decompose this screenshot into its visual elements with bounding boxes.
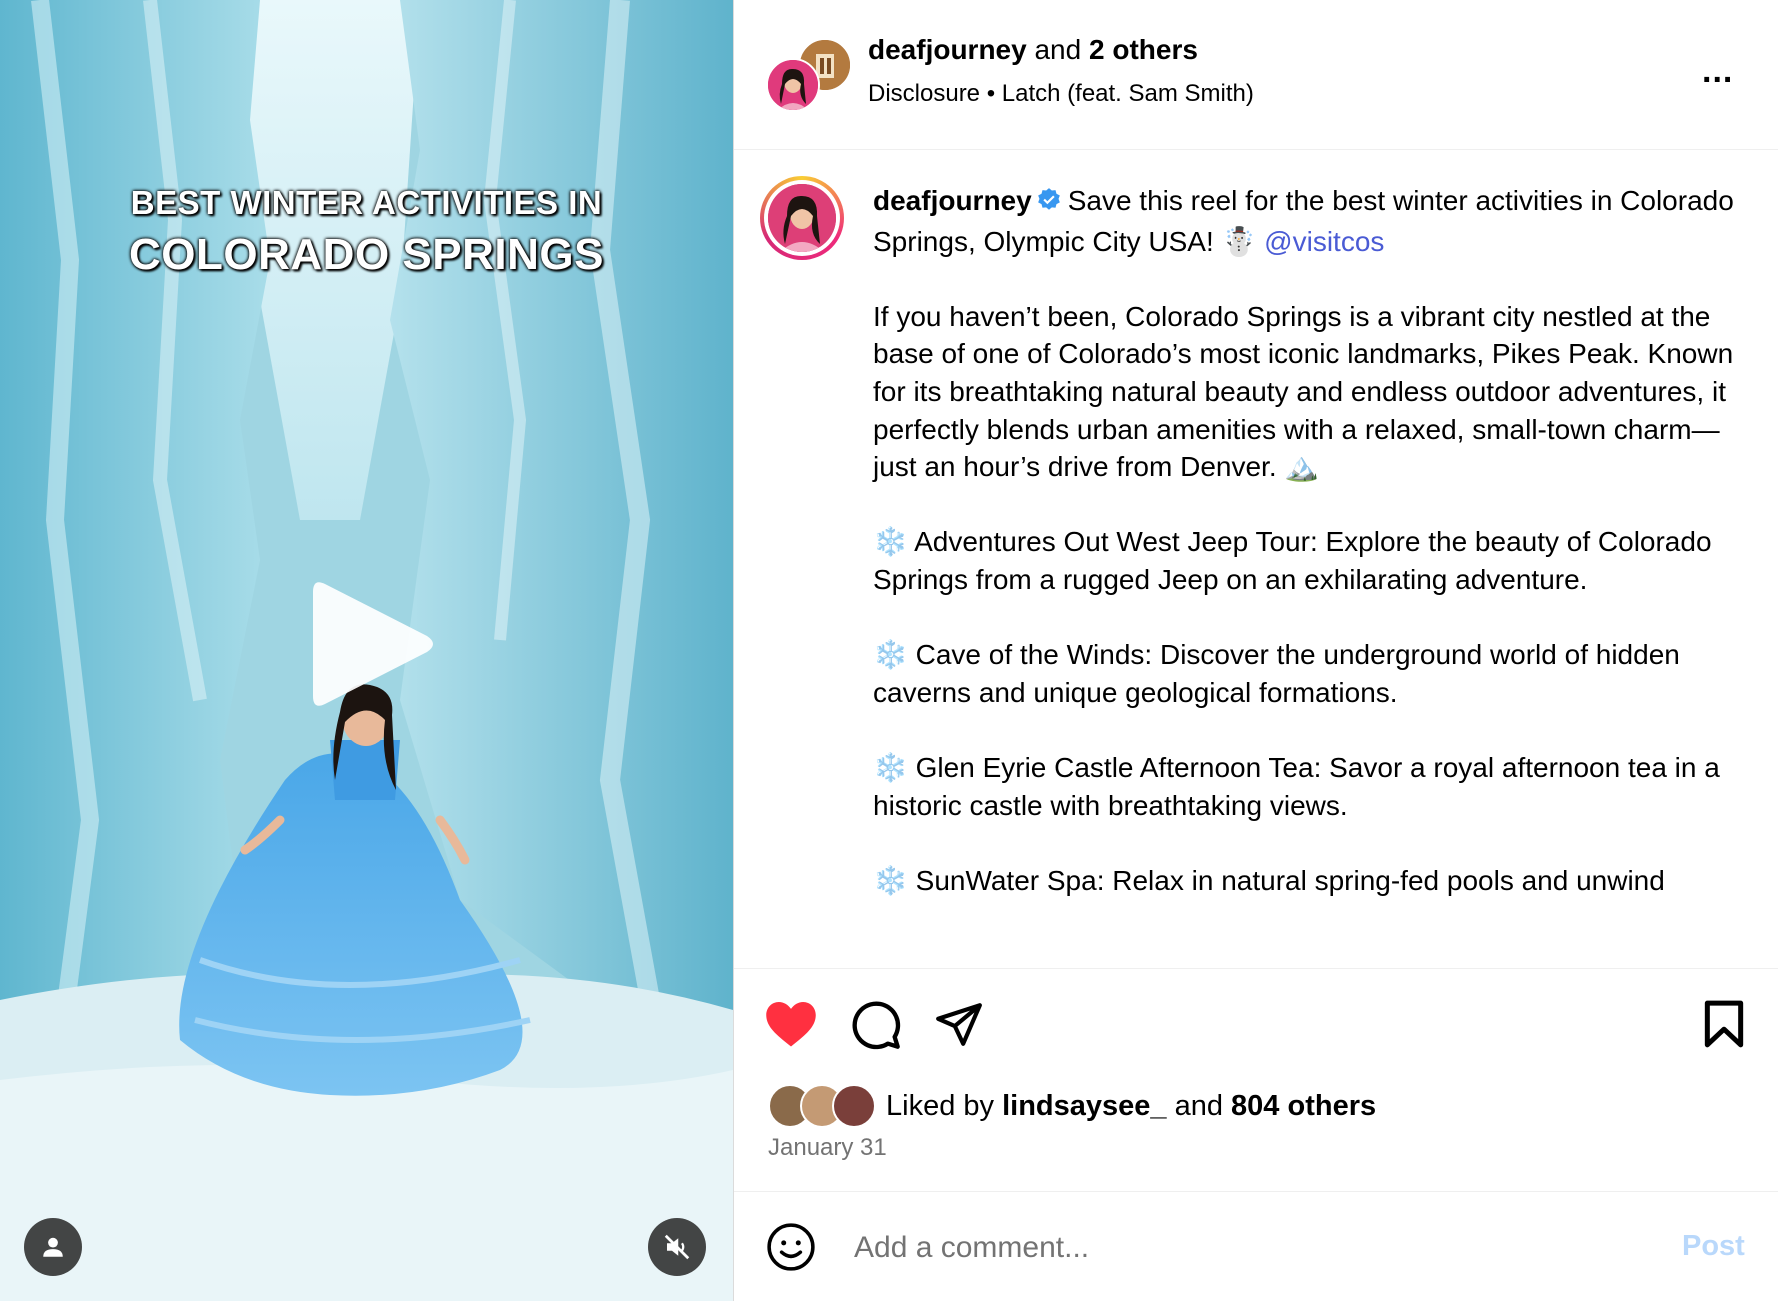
liker-username[interactable]: lindsaysee_ <box>1002 1090 1166 1123</box>
caption-text: deafjourney Save this reel for the best w… <box>873 182 1743 937</box>
separator-dot: • <box>986 80 996 107</box>
likes-summary: Liked by lindsaysee_ and 804 others <box>768 1084 1376 1128</box>
post-author-line: deafjourney and 2 others <box>868 34 1198 66</box>
caption-intro-paragraph: deafjourney Save this reel for the best w… <box>873 182 1743 260</box>
caption-avatar[interactable] <box>760 176 844 260</box>
author-username[interactable]: deafjourney <box>868 34 1027 65</box>
reel-video[interactable]: BEST WINTER ACTIVITIES IN COLORADO SPRIN… <box>0 0 733 1301</box>
avatar <box>832 1084 876 1128</box>
caption-paragraph: If you haven’t been, Colorado Springs is… <box>873 300 1734 483</box>
caption-list-item: ❄️ Glen Eyrie Castle Afternoon Tea: Savo… <box>873 751 1720 821</box>
caption-scroll-area[interactable]: deafjourney Save this reel for the best w… <box>734 150 1778 968</box>
and-text: and <box>1034 34 1082 65</box>
collaborator-avatars[interactable] <box>766 38 852 112</box>
comment-icon[interactable] <box>850 999 902 1056</box>
share-icon[interactable] <box>934 999 984 1054</box>
verified-badge-icon <box>1036 185 1062 223</box>
person-icon[interactable] <box>24 1218 82 1276</box>
post-button[interactable]: Post <box>1682 1230 1745 1263</box>
avatar <box>766 58 820 112</box>
liker-avatars <box>768 1084 878 1128</box>
post-details-panel: deafjourney and 2 others Disclosure • La… <box>734 0 1778 1301</box>
overlay-title-line1: BEST WINTER ACTIVITIES IN <box>130 184 603 221</box>
comment-input[interactable] <box>852 1222 1636 1274</box>
bookmark-icon[interactable] <box>1702 999 1746 1054</box>
audio-title[interactable]: Latch (feat. Sam Smith) <box>1002 80 1254 107</box>
speaker-muted-icon[interactable] <box>648 1218 706 1276</box>
caption-list-item: ❄️ Adventures Out West Jeep Tour: Explor… <box>873 526 1712 595</box>
likes-count-link[interactable]: 804 others <box>1231 1090 1376 1123</box>
caption-list-item: ❄️ Cave of the Winds: Discover the under… <box>873 639 1680 708</box>
caption-username[interactable]: deafjourney <box>873 185 1032 216</box>
more-options-icon[interactable]: ... <box>1702 54 1742 88</box>
comment-bar: Post <box>734 1191 1778 1302</box>
heart-icon[interactable] <box>764 999 818 1054</box>
overlay-title-line2: COLORADO SPRINGS <box>129 230 604 279</box>
post-date[interactable]: January 31 <box>768 1134 887 1162</box>
caption-list-item: ❄️ SunWater Spa: Relax in natural spring… <box>873 864 1665 896</box>
and-text: and <box>1174 1089 1223 1122</box>
collaborators-link[interactable]: 2 others <box>1089 34 1198 65</box>
audio-line: Disclosure • Latch (feat. Sam Smith) <box>868 80 1254 108</box>
emoji-icon[interactable] <box>766 1222 816 1277</box>
post-header: deafjourney and 2 others Disclosure • La… <box>734 0 1778 150</box>
mention-link[interactable]: @visitcos <box>1264 226 1384 257</box>
audio-artist[interactable]: Disclosure <box>868 80 980 107</box>
play-icon[interactable] <box>305 574 440 719</box>
liked-by-text: Liked by <box>886 1089 995 1122</box>
